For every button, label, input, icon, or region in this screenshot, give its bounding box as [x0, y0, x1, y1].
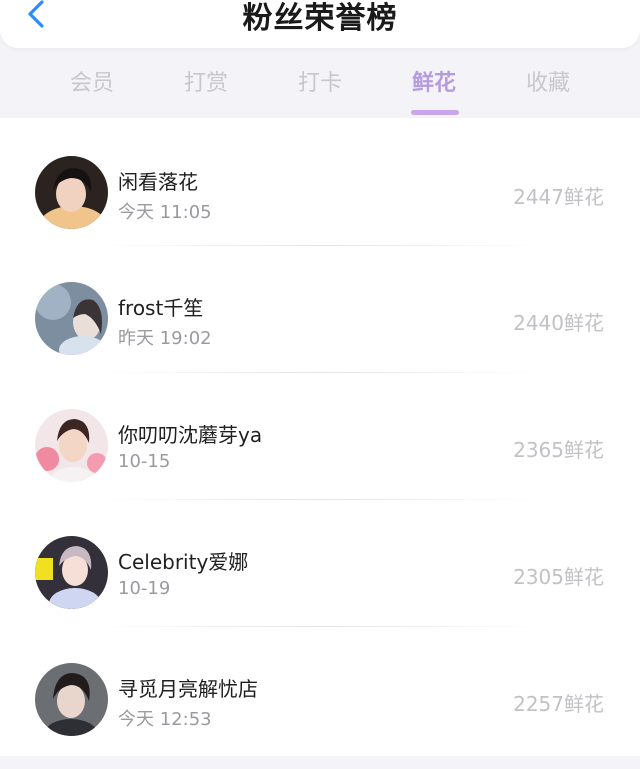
avatar[interactable] [35, 282, 108, 355]
avatar[interactable] [35, 536, 108, 609]
tab-favorites[interactable]: 收藏 [503, 62, 593, 106]
page-title: 粉丝荣誉榜 [242, 1, 398, 36]
top-bar: 粉丝荣誉榜 [0, 0, 640, 48]
ranking-list: 闲看落花 今天 11:05 2447鲜花 frost千笙 昨天 19:02 24… [0, 118, 640, 756]
timestamp: 今天 12:53 [118, 709, 212, 730]
list-item[interactable]: 你叨叨沈蘑芽ya 10-15 2365鲜花 [0, 372, 640, 499]
user-name: 寻觅月亮解忧店 [118, 677, 258, 701]
list-item[interactable]: Celebrity爱娜 10-19 2305鲜花 [0, 499, 640, 626]
tab-rewards[interactable]: 打赏 [161, 62, 251, 106]
active-tab-indicator [411, 110, 459, 115]
tab-flowers[interactable]: 鲜花 [389, 62, 479, 106]
user-name: frost千笙 [118, 296, 204, 320]
timestamp: 10-15 [118, 451, 171, 472]
list-item[interactable]: 寻觅月亮解忧店 今天 12:53 2257鲜花 [0, 626, 640, 756]
flower-count: 2447鲜花 [513, 185, 604, 209]
avatar[interactable] [35, 663, 108, 736]
avatar[interactable] [35, 156, 108, 229]
list-item[interactable]: 闲看落花 今天 11:05 2447鲜花 [0, 118, 640, 245]
timestamp: 昨天 19:02 [118, 328, 212, 349]
flower-count: 2257鲜花 [513, 692, 604, 716]
flower-count: 2440鲜花 [513, 311, 604, 335]
tab-members[interactable]: 会员 [47, 62, 137, 106]
flower-count: 2305鲜花 [513, 565, 604, 589]
timestamp: 10-19 [118, 578, 171, 599]
user-name: 闲看落花 [118, 170, 198, 194]
flower-count: 2365鲜花 [513, 438, 604, 462]
avatar[interactable] [35, 409, 108, 482]
tab-bar: 会员 打赏 打卡 鲜花 收藏 [0, 62, 640, 118]
user-name: Celebrity爱娜 [118, 550, 249, 574]
user-name: 你叨叨沈蘑芽ya [118, 423, 263, 447]
tab-checkin[interactable]: 打卡 [275, 62, 365, 106]
list-item[interactable]: frost千笙 昨天 19:02 2440鲜花 [0, 245, 640, 372]
timestamp: 今天 11:05 [118, 202, 212, 223]
